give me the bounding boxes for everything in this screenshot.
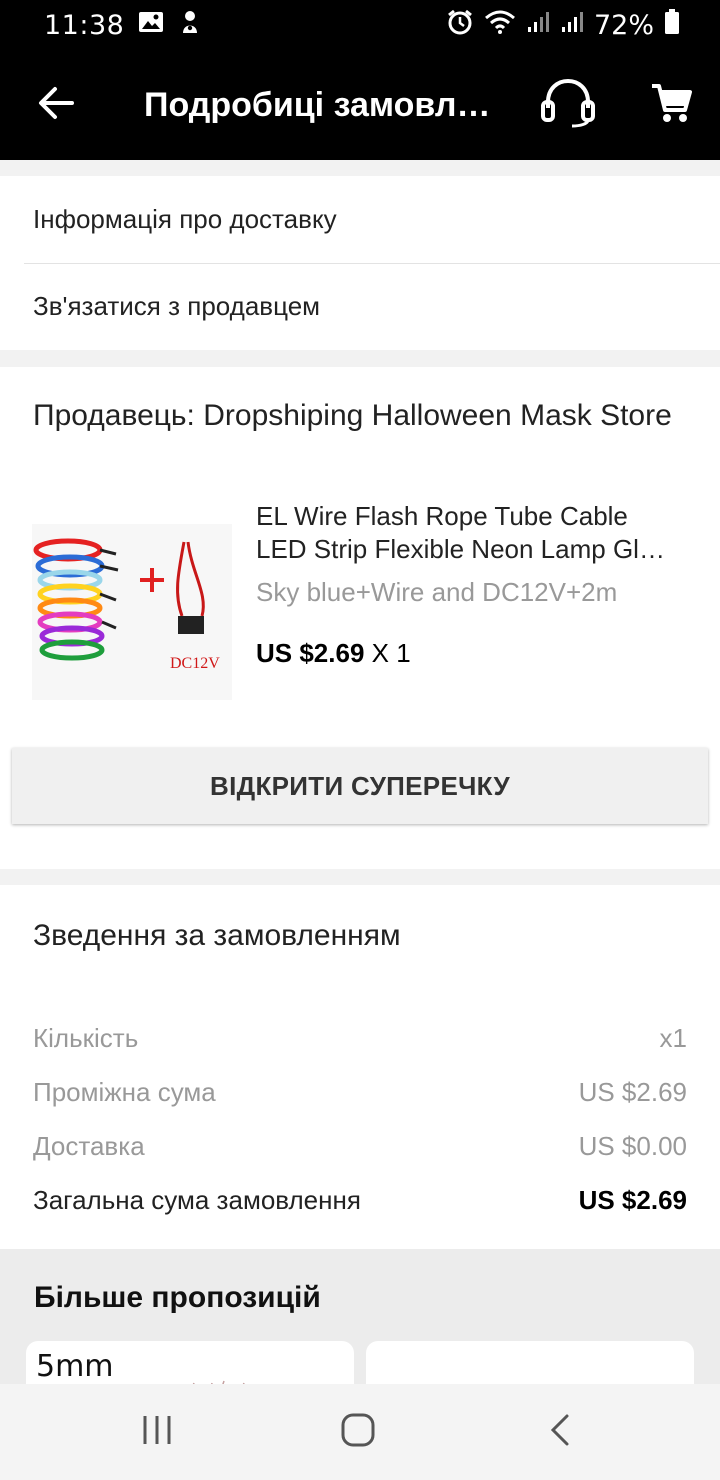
alarm-icon xyxy=(446,8,474,43)
app-bar: Подробиці замовл… xyxy=(0,50,720,160)
back-chevron-icon xyxy=(548,1413,572,1452)
summary-value: US $2.69 xyxy=(578,1077,687,1107)
product-title[interactable]: EL Wire Flash Rope Tube Cable LED Strip … xyxy=(256,500,686,566)
cart-button[interactable] xyxy=(636,72,706,138)
product-title-line2: LED Strip Flexible Neon Lamp Gl… xyxy=(256,534,665,564)
system-nav-bar xyxy=(0,1384,720,1480)
summary-label: Проміжна сума xyxy=(33,1077,216,1107)
battery-icon xyxy=(664,8,680,42)
summary-label: Кількість xyxy=(33,1023,139,1053)
status-time: 11:38 xyxy=(44,9,125,41)
svg-text:DC12V: DC12V xyxy=(170,655,220,672)
product-title-line1: EL Wire Flash Rope Tube Cable xyxy=(256,501,628,531)
offer-tile-tag: 5mm xyxy=(36,1349,114,1384)
summary-row-total: Загальна сума замовлення US $2.69 xyxy=(33,1185,687,1216)
summary-row-subtotal: Проміжна сума US $2.69 xyxy=(33,1077,687,1108)
summary-label: Загальна сума замовлення xyxy=(33,1185,361,1215)
summary-value: x1 xyxy=(659,1023,687,1053)
back-button[interactable] xyxy=(0,50,112,160)
status-bar: 11:38 72% xyxy=(0,0,720,50)
more-offers-section: Більше пропозицій 5mm xyxy=(0,1249,720,1384)
links-card: Інформація про доставку Зв'язатися з про… xyxy=(0,176,720,350)
open-dispute-button[interactable]: ВІДКРИТИ СУПЕРЕЧКУ xyxy=(12,748,708,824)
home-button[interactable] xyxy=(318,1402,398,1462)
summary-value: US $2.69 xyxy=(578,1185,687,1215)
signal-icon xyxy=(560,10,584,41)
contact-seller-link[interactable]: Зв'язатися з продавцем xyxy=(0,263,720,350)
support-button[interactable] xyxy=(528,72,608,138)
product-price-row: US $2.69 X 1 xyxy=(256,638,411,669)
offer-image xyxy=(192,1380,245,1384)
summary-title: Зведення за замовленням xyxy=(33,919,401,952)
recent-apps-icon xyxy=(140,1414,174,1451)
summary-value: US $0.00 xyxy=(578,1131,687,1161)
more-offers-title: Більше пропозицій xyxy=(34,1281,321,1314)
home-icon xyxy=(340,1412,376,1453)
page-title: Подробиці замовл… xyxy=(144,85,491,124)
headset-icon xyxy=(540,78,596,133)
cart-icon xyxy=(650,82,692,129)
back-nav-button[interactable] xyxy=(520,1402,600,1462)
product-variant: Sky blue+Wire and DC12V+2m xyxy=(256,577,618,607)
battery-percent: 72% xyxy=(593,9,654,41)
product-quantity: X 1 xyxy=(371,638,411,668)
product-image[interactable]: DC12V xyxy=(32,524,232,700)
delivery-info-link[interactable]: Інформація про доставку xyxy=(0,176,720,263)
summary-row-quantity: Кількість x1 xyxy=(33,1023,687,1054)
summary-label: Доставка xyxy=(33,1131,145,1161)
seller-name[interactable]: Продавець: Dropshiping Halloween Mask St… xyxy=(33,399,672,433)
offer-tile[interactable]: 5mm xyxy=(26,1341,354,1384)
back-arrow-icon xyxy=(37,86,75,125)
wifi-icon xyxy=(484,9,516,42)
order-summary-card: Зведення за замовленням Кількість x1 Про… xyxy=(0,885,720,1249)
recent-apps-button[interactable] xyxy=(117,1402,197,1462)
divider xyxy=(24,263,720,264)
image-icon xyxy=(138,10,164,41)
signal-icon xyxy=(526,10,550,41)
notification-icon xyxy=(178,9,202,42)
offer-tile[interactable] xyxy=(366,1341,694,1384)
summary-row-shipping: Доставка US $0.00 xyxy=(33,1131,687,1162)
product-price: US $2.69 xyxy=(256,638,365,668)
